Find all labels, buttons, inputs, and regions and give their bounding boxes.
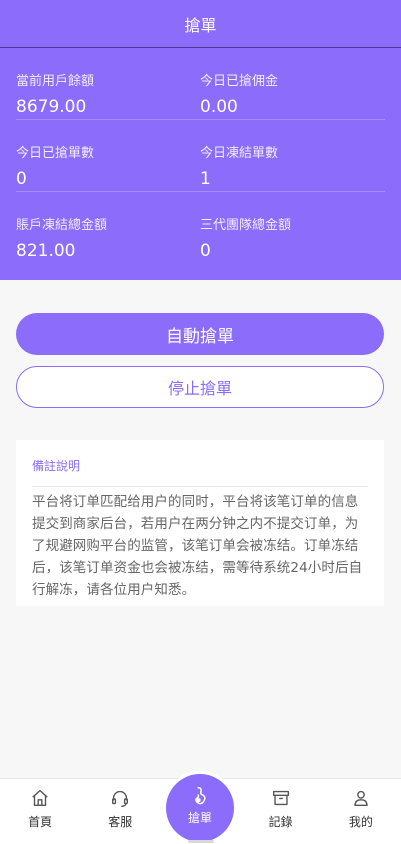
tab-mine[interactable]: 我的 xyxy=(321,779,401,844)
stat-label: 當前用戶餘額 xyxy=(16,74,95,89)
notes-title: 備註說明 xyxy=(32,458,368,487)
stat-label: 三代團隊總金額 xyxy=(200,218,292,233)
tab-label: 搶單 xyxy=(187,811,212,825)
stat-today-frozen-orders: 今日凍結單數 1 xyxy=(200,120,384,191)
stats-row: 今日已搶單數 0 今日凍結單數 1 xyxy=(16,120,385,192)
stat-value: 0 xyxy=(16,169,27,189)
tab-label: 記錄 xyxy=(268,815,293,829)
stats-panel: 當前用戶餘額 8679.00 今日已搶佣金 0.00 今日已搶單數 0 今日凍結… xyxy=(0,48,401,280)
stat-label: 今日凍結單數 xyxy=(200,146,279,161)
tab-label: 我的 xyxy=(348,815,373,829)
tab-home[interactable]: 首頁 xyxy=(0,779,80,844)
headset-icon xyxy=(112,790,129,807)
stat-today-orders: 今日已搶單數 0 xyxy=(16,120,200,191)
notes-card: 備註說明 平台将订单匹配给用户的同时，平台将该笔订单的信息提交到商家后台，若用户… xyxy=(16,440,384,606)
stat-label: 賬戶凍結總金額 xyxy=(16,218,108,233)
stats-row: 賬戶凍結總金額 821.00 三代團隊總金額 0 xyxy=(16,192,385,264)
tab-label: 客服 xyxy=(108,815,133,829)
tab-label: 首頁 xyxy=(28,815,53,829)
home-indicator xyxy=(188,840,214,843)
stat-team-total: 三代團隊總金額 0 xyxy=(200,192,384,264)
tab-records[interactable]: 記錄 xyxy=(241,779,321,844)
stat-value: 0 xyxy=(200,241,211,261)
stat-frozen-total: 賬戶凍結總金額 821.00 xyxy=(16,192,200,264)
notes-body: 平台将订单匹配给用户的同时，平台将该笔订单的信息提交到商家后台，若用户在两分钟之… xyxy=(32,494,363,598)
stat-value: 821.00 xyxy=(16,241,76,261)
stat-today-commission: 今日已搶佣金 0.00 xyxy=(200,48,384,119)
stat-label: 今日已搶佣金 xyxy=(200,74,279,89)
stat-value: 8679.00 xyxy=(16,97,87,117)
user-icon xyxy=(354,790,368,807)
app-header: 搶單 xyxy=(0,0,401,48)
page-title: 搶單 xyxy=(184,15,217,35)
grab-icon xyxy=(195,787,206,805)
archive-icon xyxy=(272,790,289,806)
stat-current-balance: 當前用戶餘額 8679.00 xyxy=(16,48,200,119)
tab-grab-order[interactable]: 搶單 xyxy=(166,774,234,842)
home-icon xyxy=(32,789,48,807)
tab-service[interactable]: 客服 xyxy=(80,779,160,844)
stop-grab-button[interactable]: 停止搶單 xyxy=(16,366,384,408)
stats-row: 當前用戶餘額 8679.00 今日已搶佣金 0.00 xyxy=(16,48,385,120)
stat-label: 今日已搶單數 xyxy=(16,146,95,161)
stat-value: 1 xyxy=(200,169,211,189)
stat-value: 0.00 xyxy=(200,97,238,117)
auto-grab-button[interactable]: 自動搶單 xyxy=(16,313,384,355)
